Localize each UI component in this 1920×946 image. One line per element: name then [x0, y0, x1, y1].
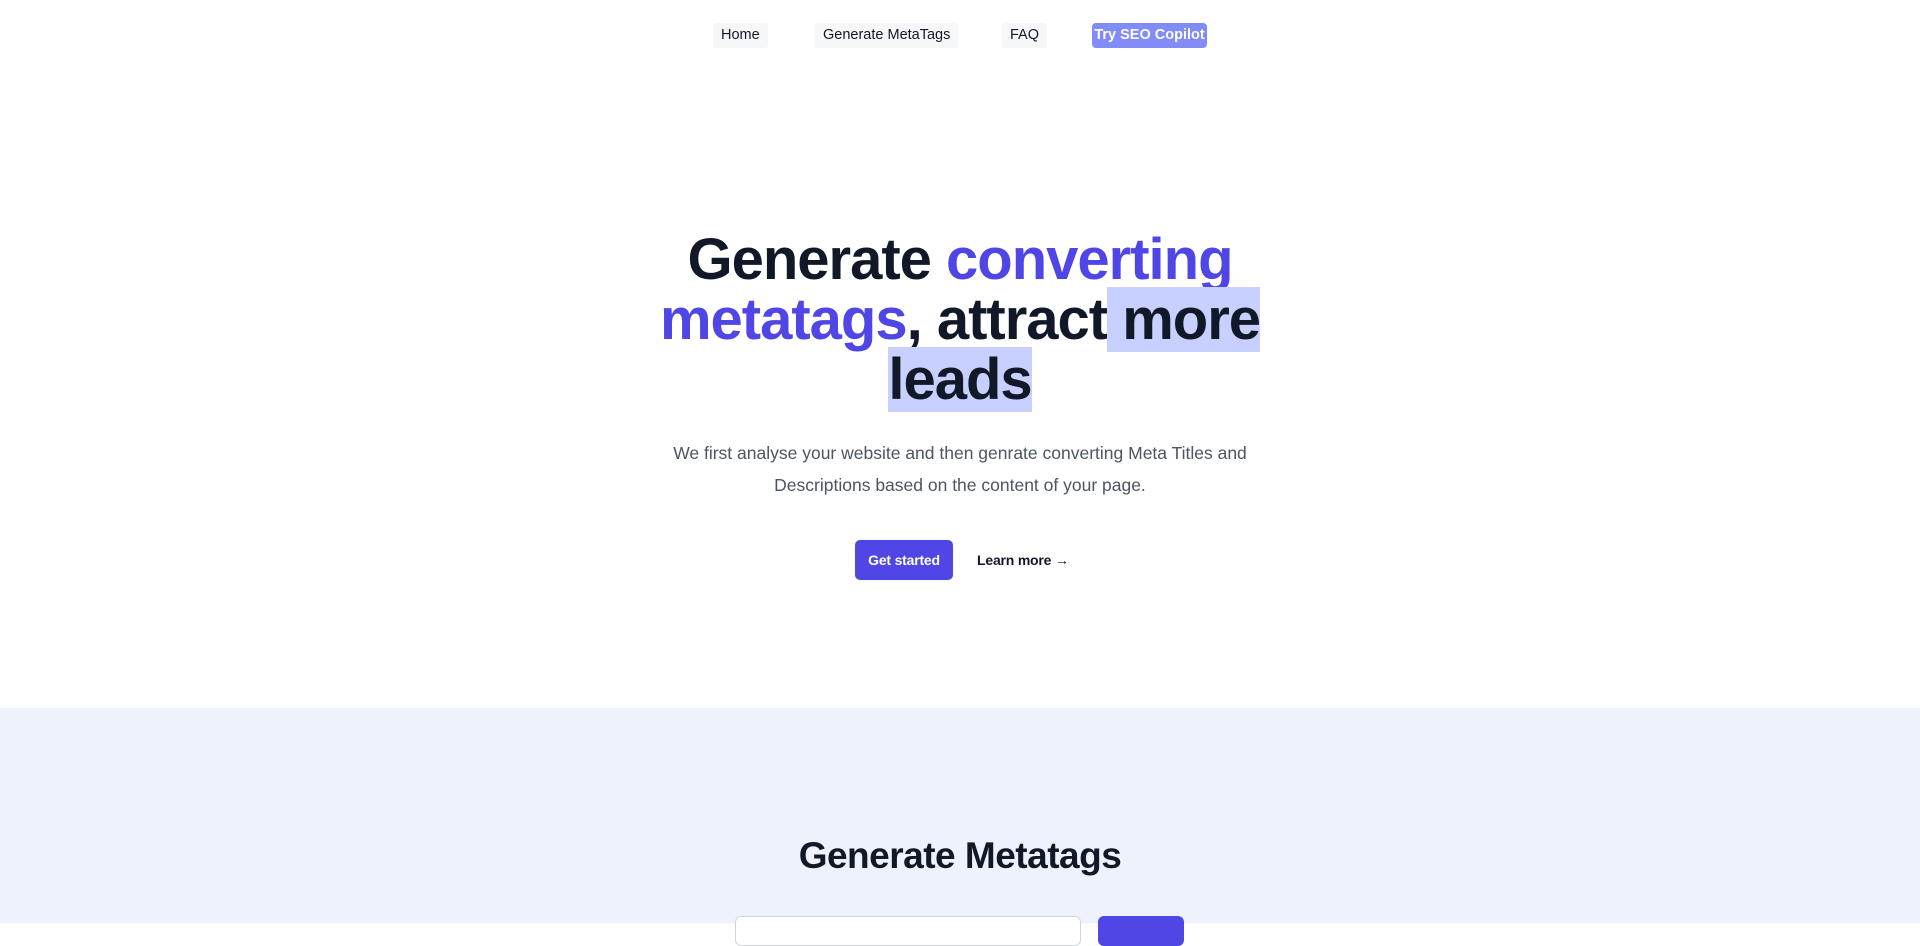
get-started-button[interactable]: Get started	[855, 540, 953, 580]
generate-metatags-section: Generate Metatags	[0, 708, 1920, 946]
top-navigation: Home Generate MetaTags FAQ Try SEO Copil…	[0, 0, 1920, 72]
hero-title: Generate converting metatags, attract mo…	[600, 227, 1320, 412]
nav-generate-metatags-link[interactable]: Generate MetaTags	[815, 23, 959, 48]
learn-more-link[interactable]: Learn more →	[977, 540, 1069, 580]
nav-faq-link[interactable]: FAQ	[1002, 23, 1048, 48]
nav-home-link[interactable]: Home	[713, 23, 768, 48]
hero-title-part2: , attract	[906, 287, 1109, 352]
try-seo-copilot-button[interactable]: Try SEO Copilot	[1092, 23, 1207, 48]
section-title: Generate Metatags	[798, 835, 1122, 876]
generate-submit-button[interactable]	[1098, 916, 1184, 946]
hero-title-part1: Generate	[687, 227, 947, 292]
hero-subtitle: We first analyse your website and then g…	[673, 443, 1247, 495]
url-input[interactable]	[735, 916, 1081, 946]
